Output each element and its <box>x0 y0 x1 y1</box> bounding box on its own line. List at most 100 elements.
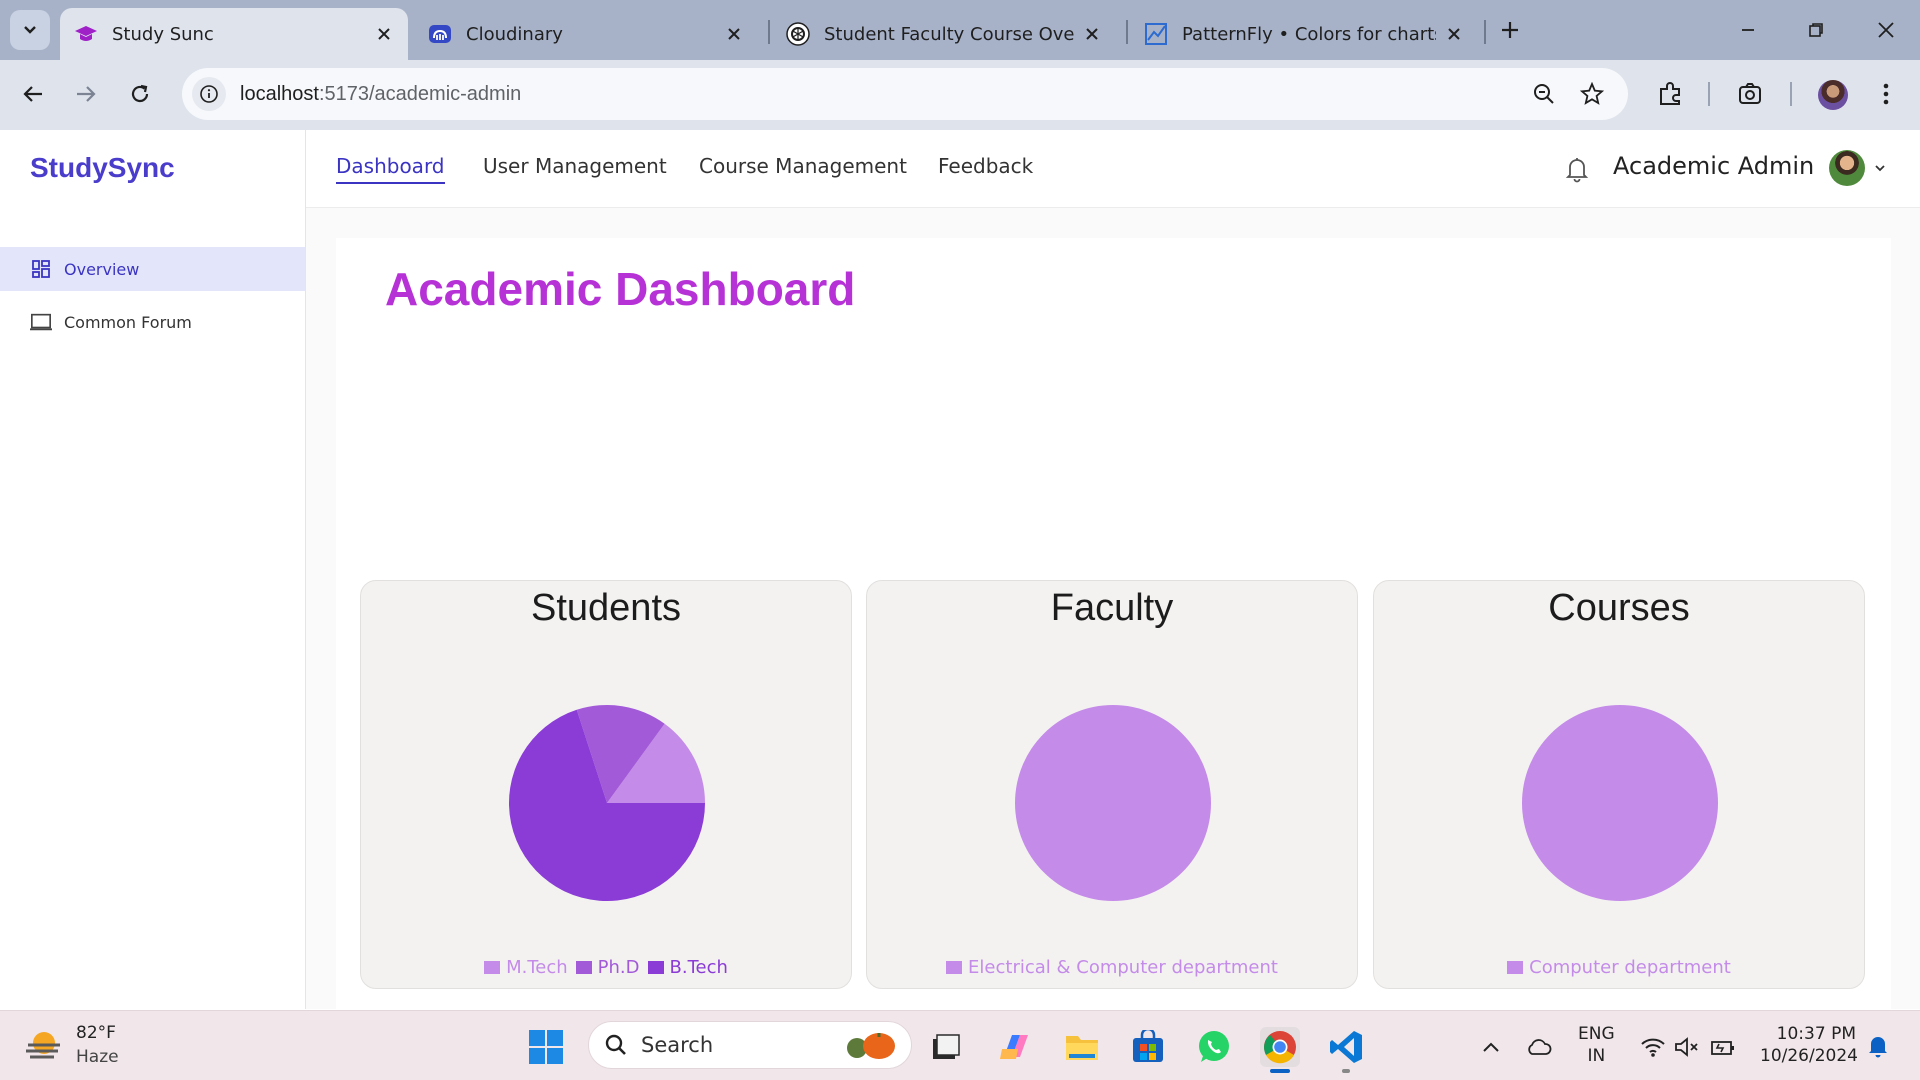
sidebar-item-common-forum[interactable]: Common Forum <box>0 300 305 344</box>
sidebar: StudySync Overview Common Forum <box>0 130 306 1009</box>
back-button[interactable] <box>15 76 51 112</box>
plus-icon <box>1502 22 1518 38</box>
tab-patternfly[interactable]: PatternFly • Colors for charts <box>1130 8 1478 60</box>
arrow-right-icon <box>77 86 96 102</box>
close-icon[interactable] <box>1082 24 1102 44</box>
tab-separator <box>768 20 770 44</box>
system-clock[interactable]: 10:37 PM 10/26/2024 <box>1760 1023 1858 1067</box>
url-text: localhost:5173/academic-admin <box>240 83 521 106</box>
tab-study-sunc[interactable]: Study Sunc <box>60 8 408 60</box>
close-icon <box>1878 22 1894 38</box>
file-explorer-icon[interactable] <box>926 1027 966 1067</box>
dashboard-grid-icon <box>30 258 52 280</box>
battery-icon[interactable] <box>1710 1035 1736 1059</box>
legend-label: Ph.D <box>597 957 640 978</box>
legend-item[interactable]: M.Tech <box>484 957 568 978</box>
running-indicator <box>1342 1069 1350 1073</box>
pie-slice-electrical-computer-department[interactable] <box>1015 705 1211 901</box>
bell-icon[interactable] <box>1562 153 1592 185</box>
restore-button[interactable] <box>1798 14 1834 46</box>
site-info-icon[interactable] <box>192 77 226 111</box>
tab-student-faculty[interactable]: Student Faculty Course Overview <box>772 8 1116 60</box>
toolbar-separator <box>1790 82 1792 106</box>
arrow-left-icon <box>23 86 42 102</box>
legend-item[interactable]: B.Tech <box>647 957 728 978</box>
sidebar-item-overview[interactable]: Overview <box>0 247 305 291</box>
extensions-icon[interactable] <box>1656 80 1684 108</box>
nav-user-management[interactable]: User Management <box>483 154 667 184</box>
tab-title: Cloudinary <box>466 23 563 45</box>
chevron-down-icon <box>24 26 36 34</box>
legend-label: Electrical & Computer department <box>968 957 1278 978</box>
chart-legend: Computer department <box>1374 957 1864 979</box>
chevron-up-icon[interactable] <box>1478 1035 1504 1059</box>
tab-title: Study Sunc <box>112 23 214 45</box>
weather-desc[interactable]: Haze <box>76 1047 119 1067</box>
tab-separator <box>1484 20 1486 44</box>
folder-icon[interactable] <box>1062 1027 1102 1067</box>
copilot-icon[interactable] <box>996 1027 1036 1067</box>
vscode-icon[interactable] <box>1326 1027 1366 1067</box>
courses-chart-card: Courses Computer department <box>1373 580 1865 989</box>
tab-search-button[interactable] <box>10 10 50 50</box>
close-icon[interactable] <box>1444 24 1464 44</box>
weather-haze-icon[interactable] <box>24 1027 64 1063</box>
legend-item[interactable]: Ph.D <box>575 957 640 978</box>
search-placeholder: Search <box>641 1033 714 1057</box>
language-indicator[interactable]: ENG IN <box>1578 1023 1615 1067</box>
cloudinary-icon <box>428 22 452 46</box>
close-icon[interactable] <box>374 24 394 44</box>
profile-avatar[interactable] <box>1818 80 1848 110</box>
volume-muted-icon[interactable] <box>1674 1035 1700 1059</box>
notification-bell-icon[interactable] <box>1866 1033 1892 1059</box>
chrome-icon[interactable] <box>1260 1027 1300 1067</box>
clock-date: 10/26/2024 <box>1760 1046 1858 1066</box>
address-bar[interactable]: localhost:5173/academic-admin <box>182 68 1628 120</box>
reload-button[interactable] <box>122 76 158 112</box>
close-icon[interactable] <box>724 24 744 44</box>
laptop-icon <box>30 311 52 333</box>
browser-tabstrip: Study Sunc Cloudinary Student Faculty Co… <box>0 0 1920 60</box>
nav-feedback[interactable]: Feedback <box>938 154 1033 184</box>
minimize-button[interactable] <box>1730 14 1766 46</box>
tab-separator <box>1126 20 1128 44</box>
graduation-cap-icon <box>74 22 98 46</box>
reload-icon <box>131 84 149 103</box>
zoom-icon[interactable] <box>1530 80 1558 108</box>
nav-course-management[interactable]: Course Management <box>699 154 907 184</box>
students-pie-chart <box>509 705 705 901</box>
whatsapp-icon[interactable] <box>1194 1027 1234 1067</box>
chevron-down-icon[interactable] <box>1872 160 1888 176</box>
store-icon[interactable] <box>1128 1027 1168 1067</box>
screenshot-icon[interactable] <box>1736 80 1764 108</box>
running-indicator <box>1270 1069 1290 1073</box>
language-code: ENG <box>1578 1024 1615 1044</box>
user-name[interactable]: Academic Admin <box>1613 152 1814 180</box>
legend-swatch <box>1507 961 1524 974</box>
sidebar-item-label: Overview <box>64 259 140 279</box>
user-avatar[interactable] <box>1829 150 1865 186</box>
windows-start-icon[interactable] <box>528 1029 564 1065</box>
bookmark-star-icon[interactable] <box>1578 80 1606 108</box>
taskbar-search[interactable]: Search <box>588 1021 912 1069</box>
wifi-icon[interactable] <box>1640 1035 1666 1059</box>
menu-kebab-icon[interactable] <box>1872 80 1900 108</box>
pumpkin-icon <box>839 1030 899 1060</box>
weather-temp[interactable]: 82°F <box>76 1023 116 1043</box>
nav-dashboard[interactable]: Dashboard <box>336 154 445 184</box>
sidebar-item-label: Common Forum <box>64 312 192 332</box>
pie-slice-computer-department[interactable] <box>1522 705 1718 901</box>
legend-item[interactable]: Computer department <box>1507 957 1731 978</box>
legend-label: M.Tech <box>506 957 568 978</box>
legend-label: Computer department <box>1529 957 1731 978</box>
new-tab-button[interactable] <box>1494 14 1526 46</box>
faculty-pie-chart <box>1015 705 1211 901</box>
legend-item[interactable]: Electrical & Computer department <box>946 957 1278 978</box>
brand-logo[interactable]: StudySync <box>30 152 175 184</box>
onedrive-cloud-icon[interactable] <box>1526 1035 1552 1059</box>
forward-button[interactable] <box>68 76 104 112</box>
close-window-button[interactable] <box>1868 14 1904 46</box>
tab-cloudinary[interactable]: Cloudinary <box>414 8 758 60</box>
chart-icon <box>1144 22 1168 46</box>
top-navigation: Dashboard User Management Course Managem… <box>306 130 1920 208</box>
